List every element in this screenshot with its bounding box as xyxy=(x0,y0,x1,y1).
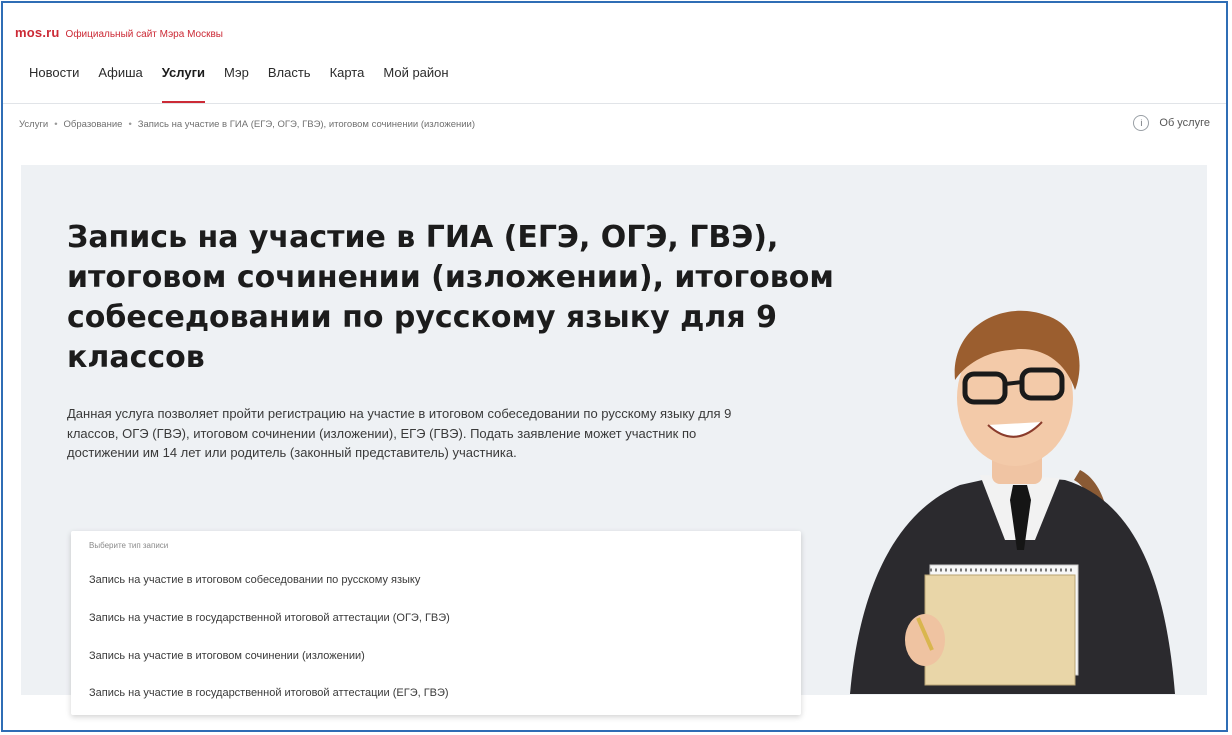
mos-ru-logo[interactable]: mos.ru xyxy=(15,25,60,40)
breadcrumb-services[interactable]: Услуги xyxy=(19,119,48,130)
site-tagline[interactable]: Официальный сайт Мэра Москвы xyxy=(66,29,223,40)
breadcrumb-education[interactable]: Образование xyxy=(64,119,123,130)
dropdown-option-interview[interactable]: Запись на участие в итоговом собеседован… xyxy=(89,574,420,586)
about-service-label: Об услуге xyxy=(1159,117,1210,129)
header-divider xyxy=(3,103,1226,104)
breadcrumb: Услуги • Образование • Запись на участие… xyxy=(19,119,475,130)
nav-news[interactable]: Новости xyxy=(19,63,88,103)
breadcrumb-current: Запись на участие в ГИА (ЕГЭ, ОГЭ, ГВЭ),… xyxy=(137,119,476,130)
about-service-link[interactable]: i Об услуге xyxy=(1133,115,1210,131)
nav-mayor[interactable]: Мэр xyxy=(214,63,258,103)
page-title: Запись на участие в ГИА (ЕГЭ, ОГЭ, ГВЭ),… xyxy=(67,220,834,375)
dropdown-option-oge[interactable]: Запись на участие в государственной итог… xyxy=(89,612,450,624)
nav-afisha[interactable]: Афиша xyxy=(88,63,151,103)
dropdown-option-ege[interactable]: Запись на участие в государственной итог… xyxy=(89,687,449,699)
nav-services[interactable]: Услуги xyxy=(152,63,214,103)
nav-my-district[interactable]: Мой район xyxy=(373,63,457,103)
service-description: Данная услуга позволяет пройти регистрац… xyxy=(67,406,732,460)
info-icon: i xyxy=(1133,115,1150,131)
nav-government[interactable]: Власть xyxy=(258,63,320,103)
nav-map[interactable]: Карта xyxy=(320,63,374,103)
student-illustration xyxy=(850,310,1175,694)
dropdown-label: Выберите тип записи xyxy=(89,541,169,550)
main-nav: Новости Афиша Услуги Мэр Власть Карта Мо… xyxy=(19,63,458,103)
breadcrumb-separator: • xyxy=(54,119,58,130)
dropdown-option-essay[interactable]: Запись на участие в итоговом сочинении (… xyxy=(89,650,365,662)
record-type-dropdown[interactable]: Выберите тип записи Запись на участие в … xyxy=(71,531,801,715)
breadcrumb-separator: • xyxy=(128,119,132,130)
brand-bar: mos.ru Официальный сайт Мэра Москвы xyxy=(15,25,223,45)
